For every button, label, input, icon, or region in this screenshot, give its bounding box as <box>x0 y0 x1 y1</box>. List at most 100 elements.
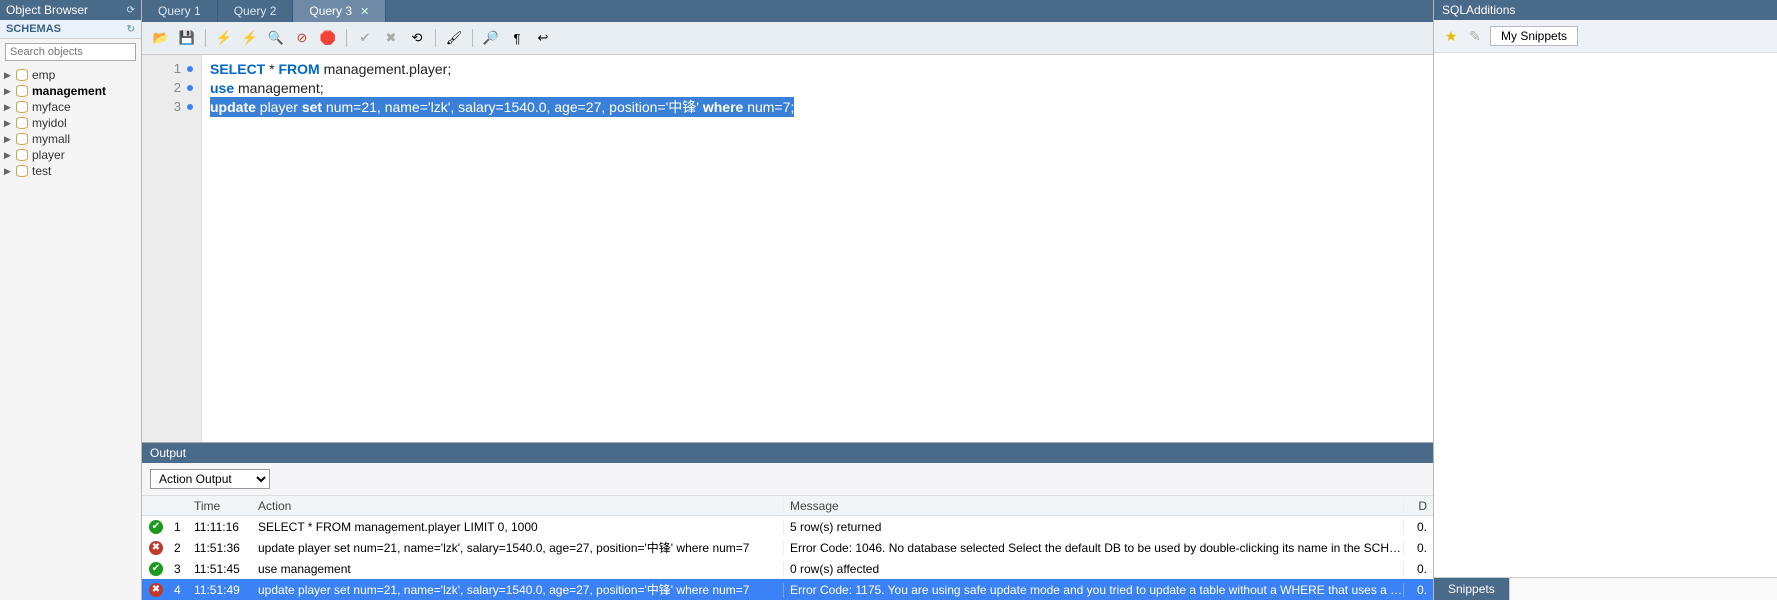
expand-arrow-icon[interactable]: ▶ <box>4 102 12 113</box>
tab-label: Query 1 <box>158 4 201 18</box>
explain-icon[interactable]: 🔍 <box>265 27 287 49</box>
row-action: update player set num=21, name='lzk', sa… <box>258 581 783 598</box>
find-icon[interactable]: 🔎 <box>480 27 502 49</box>
object-browser-title-bar: Object Browser ⟳ <box>0 0 141 20</box>
success-icon: ✔ <box>149 520 163 534</box>
row-duration: 0. <box>1403 541 1433 555</box>
collapse-icon[interactable]: ⟳ <box>127 5 135 16</box>
close-icon[interactable]: ✕ <box>360 5 369 18</box>
object-browser-title: Object Browser <box>6 3 88 17</box>
save-file-icon[interactable]: 💾 <box>176 27 198 49</box>
success-icon: ✔ <box>149 562 163 576</box>
row-index: 1 <box>170 520 194 534</box>
toolbar-separator <box>205 29 206 47</box>
schema-item-player[interactable]: ▶player <box>0 147 141 163</box>
output-title: Output <box>142 443 1433 463</box>
sql-toolbar: 📂 💾 ⚡ ⚡ 🔍 ⊘ 🛑 ✔ ✖ ⟲ 🖌 🔎 ¶ ↩ <box>142 22 1433 55</box>
statement-marker-icon <box>187 66 193 72</box>
tab-snippets[interactable]: Snippets <box>1434 578 1510 600</box>
sql-additions-title: SQLAdditions <box>1434 0 1777 20</box>
invisibles-icon[interactable]: ¶ <box>506 27 528 49</box>
column-duration: D <box>1403 499 1433 513</box>
schema-list: ▶emp▶management▶myface▶myidol▶mymall▶pla… <box>0 65 141 181</box>
execute-icon[interactable]: ⚡ <box>213 27 235 49</box>
expand-arrow-icon[interactable]: ▶ <box>4 166 12 177</box>
toolbar-separator <box>346 29 347 47</box>
code-line[interactable]: use management; <box>210 78 1425 97</box>
code-line[interactable]: update player set num=21, name='lzk', sa… <box>210 97 1425 116</box>
expand-arrow-icon[interactable]: ▶ <box>4 118 12 129</box>
schema-name: mymall <box>32 132 70 146</box>
schema-name: emp <box>32 68 55 82</box>
schema-item-management[interactable]: ▶management <box>0 83 141 99</box>
expand-arrow-icon[interactable]: ▶ <box>4 86 12 97</box>
row-duration: 0. <box>1403 520 1433 534</box>
output-header-row: Time Action Message D <box>142 495 1433 516</box>
output-filter-select[interactable]: Action Output <box>150 469 270 489</box>
my-snippets-button[interactable]: My Snippets <box>1490 26 1578 46</box>
line-number: 2 <box>174 80 181 95</box>
error-icon: ✖ <box>149 583 163 597</box>
sql-editor[interactable]: 123 SELECT * FROM management.player;use … <box>142 55 1433 442</box>
output-row[interactable]: ✖211:51:36update player set num=21, name… <box>142 537 1433 558</box>
tab-query-2[interactable]: Query 2 <box>218 0 294 22</box>
schema-name: myface <box>32 100 71 114</box>
output-panel: Output Action Output Time Action Message… <box>142 442 1433 600</box>
refresh-schemas-icon[interactable]: ↻ <box>127 24 135 35</box>
statement-marker-icon <box>187 104 193 110</box>
toolbar-separator <box>435 29 436 47</box>
tab-label: Query 2 <box>234 4 277 18</box>
database-icon <box>15 149 29 161</box>
output-row[interactable]: ✖411:51:49update player set num=21, name… <box>142 579 1433 600</box>
schemas-header: SCHEMAS ↻ <box>0 20 141 39</box>
database-icon <box>15 117 29 129</box>
output-row[interactable]: ✔311:51:45use management0 row(s) affecte… <box>142 558 1433 579</box>
schema-name: test <box>32 164 51 178</box>
column-message: Message <box>783 499 1403 513</box>
commit-icon[interactable]: ✔ <box>354 27 376 49</box>
tab-label: Query 3 <box>309 4 352 18</box>
row-action: use management <box>258 562 783 576</box>
tab-query-1[interactable]: Query 1 <box>142 0 218 22</box>
schema-item-myface[interactable]: ▶ myface <box>0 99 141 115</box>
row-duration: 0. <box>1403 583 1433 597</box>
expand-arrow-icon[interactable]: ▶ <box>4 134 12 145</box>
object-browser-sidebar: Object Browser ⟳ SCHEMAS ↻ ▶ emp▶manageme… <box>0 0 142 600</box>
add-snippet-icon[interactable]: ✎ <box>1466 27 1484 45</box>
tab-query-3[interactable]: Query 3 ✕ <box>293 0 386 22</box>
schema-item-test[interactable]: ▶ test <box>0 163 141 179</box>
line-number: 3 <box>174 99 181 114</box>
error-icon: ✖ <box>149 541 163 555</box>
stop-icon[interactable]: ⊘ <box>291 27 313 49</box>
search-objects-input[interactable] <box>5 43 136 61</box>
schema-item-emp[interactable]: ▶ emp <box>0 67 141 83</box>
autocommit-icon[interactable]: ⟲ <box>406 27 428 49</box>
editor-gutter: 123 <box>142 55 202 442</box>
stop-all-icon[interactable]: 🛑 <box>317 27 339 49</box>
star-icon[interactable]: ★ <box>1442 27 1460 45</box>
toolbar-separator <box>472 29 473 47</box>
wrap-icon[interactable]: ↩ <box>532 27 554 49</box>
output-row[interactable]: ✔111:11:16SELECT * FROM management.playe… <box>142 516 1433 537</box>
database-icon <box>15 101 29 113</box>
row-index: 2 <box>170 541 194 555</box>
editor-code-area[interactable]: SELECT * FROM management.player;use mana… <box>202 55 1433 442</box>
expand-arrow-icon[interactable]: ▶ <box>4 150 12 161</box>
row-index: 3 <box>170 562 194 576</box>
column-action: Action <box>258 499 783 513</box>
schema-item-myidol[interactable]: ▶myidol <box>0 115 141 131</box>
row-message: 5 row(s) returned <box>783 520 1403 534</box>
query-tabs: Query 1 Query 2 Query 3 ✕ <box>142 0 1433 22</box>
database-icon <box>15 165 29 177</box>
row-time: 11:51:49 <box>194 583 258 597</box>
beautify-icon[interactable]: 🖌 <box>443 27 465 49</box>
rollback-icon[interactable]: ✖ <box>380 27 402 49</box>
execute-current-icon[interactable]: ⚡ <box>239 27 261 49</box>
open-file-icon[interactable]: 📂 <box>150 27 172 49</box>
row-action: SELECT * FROM management.player LIMIT 0,… <box>258 520 783 534</box>
statement-marker-icon <box>187 85 193 91</box>
expand-arrow-icon[interactable]: ▶ <box>4 70 12 81</box>
code-line[interactable]: SELECT * FROM management.player; <box>210 59 1425 78</box>
row-time: 11:51:45 <box>194 562 258 576</box>
schema-item-mymall[interactable]: ▶ mymall <box>0 131 141 147</box>
